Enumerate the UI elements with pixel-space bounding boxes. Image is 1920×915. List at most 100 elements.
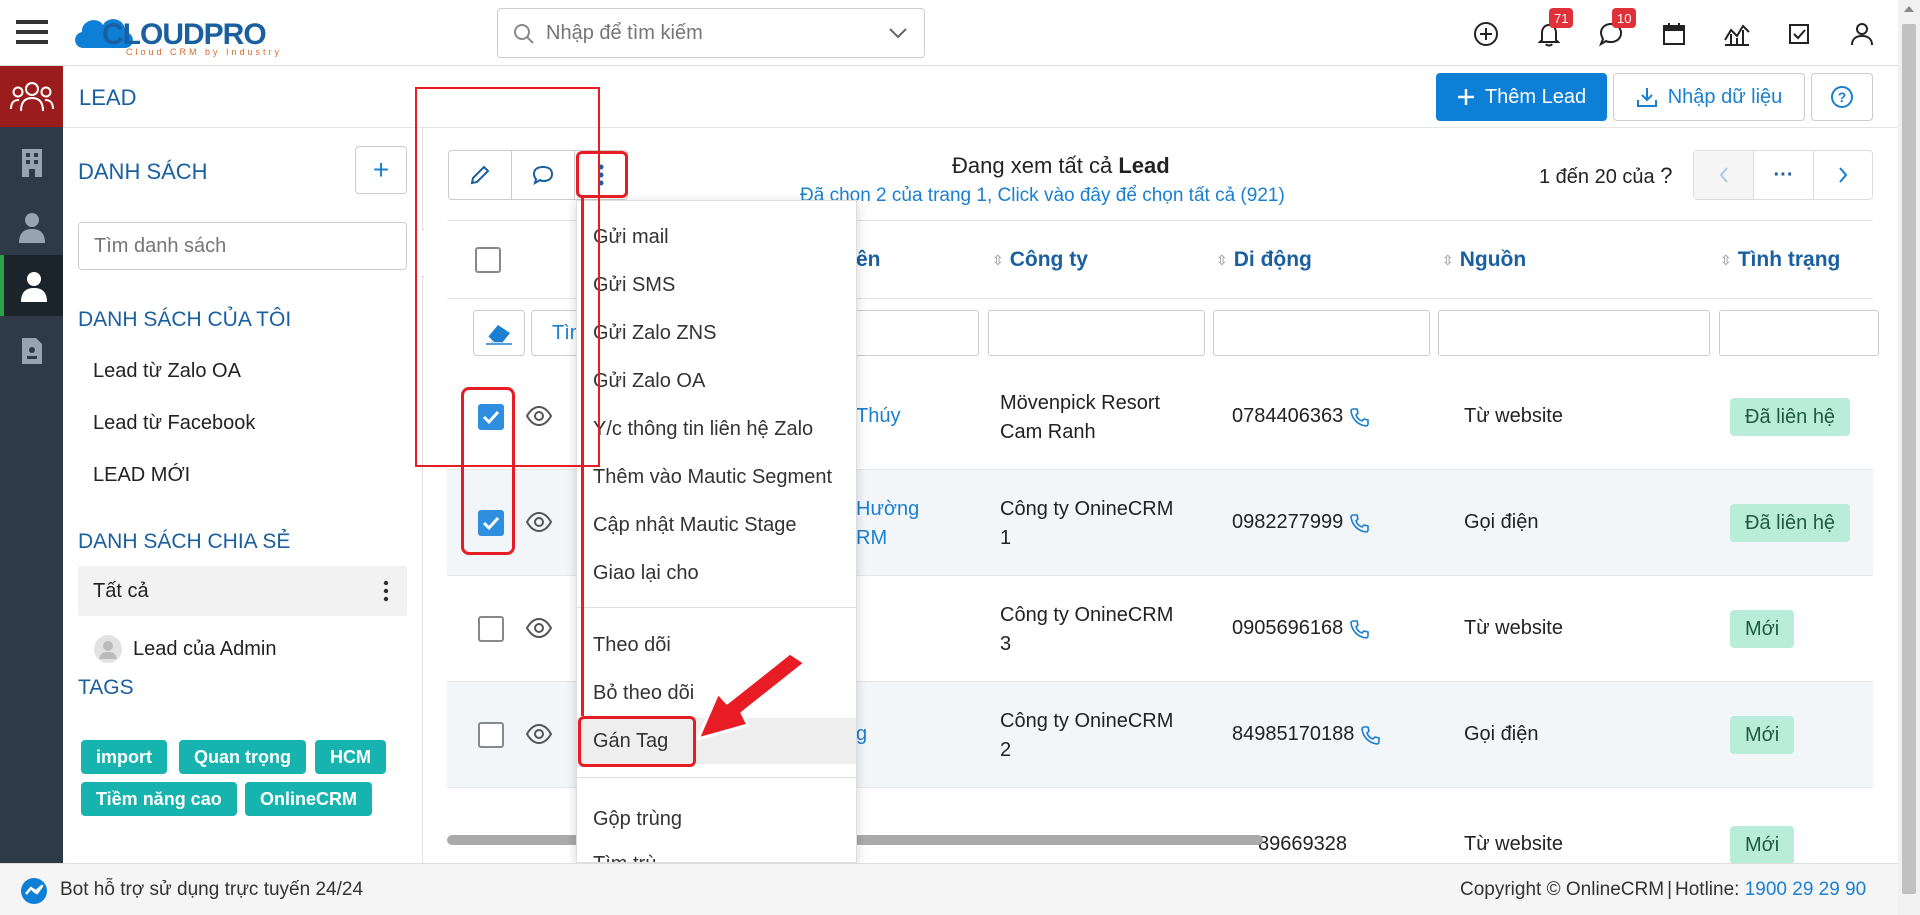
logo[interactable]: CLOUDPRO Cloud CRM by Industry <box>70 8 295 57</box>
column-mobile-header[interactable]: ⇳ Di động <box>1216 248 1312 272</box>
bot-support-text[interactable]: Bot hỗ trợ sử dụng trực tuyến 24/24 <box>60 879 363 901</box>
lead-person-icon <box>20 271 47 302</box>
search-icon <box>514 24 534 44</box>
menu-item-add-mautic-segment[interactable]: Thêm vào Mautic Segment <box>577 454 856 500</box>
column-name-header[interactable]: ên <box>856 248 881 272</box>
menu-item-send-mail[interactable]: Gửi mail <box>577 214 856 260</box>
filter-status-input[interactable] <box>1719 310 1879 356</box>
shared-admin-item[interactable]: Lead của Admin <box>93 633 276 665</box>
rail-item-organizations[interactable] <box>0 132 63 193</box>
global-search[interactable] <box>497 8 925 58</box>
add-circle-icon[interactable] <box>1472 20 1500 48</box>
users-group-icon <box>9 81 54 111</box>
more-pages-button[interactable]: ··· <box>1754 151 1814 199</box>
page-scrollbar[interactable] <box>1898 0 1920 915</box>
rail-item-documents[interactable] <box>0 320 63 381</box>
messenger-icon[interactable] <box>20 877 48 905</box>
lead-name-link[interactable]: Hường RM <box>856 495 919 553</box>
lead-name-link[interactable]: g <box>856 720 867 749</box>
list-sidebar: DANH SÁCH + DANH SÁCH CỦA TÔI Lead từ Za… <box>63 128 423 863</box>
menu-item-reassign[interactable]: Giao lại cho <box>577 550 856 596</box>
calendar-icon[interactable] <box>1660 20 1688 48</box>
filter-name-input[interactable] <box>850 310 979 356</box>
menu-item-send-sms[interactable]: Gửi SMS <box>577 262 856 308</box>
column-source-header[interactable]: ⇳ Nguồn <box>1442 248 1526 272</box>
menu-icon[interactable] <box>14 14 50 50</box>
menu-item-merge-duplicates[interactable]: Gộp trùng <box>577 796 856 842</box>
add-lead-button[interactable]: Thêm Lead <box>1436 73 1607 121</box>
task-check-icon[interactable] <box>1785 20 1813 48</box>
menu-item-send-zalo-oa[interactable]: Gửi Zalo OA <box>577 358 856 404</box>
rail-item-leads-group[interactable] <box>0 66 63 127</box>
footer: Bot hỗ trợ sử dụng trực tuyến 24/24 Copy… <box>0 863 1898 915</box>
lead-name-link[interactable]: Thúy <box>856 402 900 431</box>
eye-icon[interactable] <box>525 512 553 532</box>
scroll-up-arrow[interactable] <box>1904 6 1914 12</box>
add-list-button[interactable]: + <box>355 146 407 194</box>
menu-item-update-mautic-stage[interactable]: Cập nhật Mautic Stage <box>577 502 856 548</box>
annotation-connector <box>581 198 584 716</box>
hotline-link[interactable]: 1900 29 29 90 <box>1745 879 1867 900</box>
filter-source-input[interactable] <box>1438 310 1710 356</box>
phone-icon[interactable] <box>1349 619 1370 639</box>
rail-item-leads[interactable] <box>0 255 63 316</box>
pagination-info: 1 đến 20 của ? <box>1539 163 1673 188</box>
user-account-icon[interactable] <box>1848 20 1876 48</box>
status-badge: Đã liên hệ <box>1730 504 1851 542</box>
row-checkbox[interactable] <box>478 616 504 642</box>
tag-quan-trong[interactable]: Quan trọng <box>179 740 306 774</box>
page-title: LEAD <box>79 85 137 110</box>
rail-item-contacts[interactable] <box>0 196 63 257</box>
row-checkbox[interactable] <box>478 722 504 748</box>
chevron-left-icon <box>1719 167 1728 183</box>
source-cell: Gọi điện <box>1464 723 1539 745</box>
menu-item-request-zalo-contact[interactable]: Y/c thông tin liên hệ Zalo <box>577 406 856 452</box>
menu-divider <box>577 607 856 608</box>
scrollbar-thumb[interactable] <box>1902 24 1916 894</box>
filter-company-input[interactable] <box>988 310 1205 356</box>
source-cell: Từ website <box>1464 405 1563 427</box>
total-count-unknown: ? <box>1660 163 1673 188</box>
tag-import[interactable]: import <box>81 740 167 774</box>
tag-hcm[interactable]: HCM <box>315 740 386 774</box>
mobile-cell: 0784406363 <box>1232 402 1370 431</box>
import-data-button[interactable]: Nhập dữ liệu <box>1613 73 1805 121</box>
tag-onlinecrm[interactable]: OnlineCRM <box>245 782 372 816</box>
kebab-menu-icon[interactable] <box>382 580 390 602</box>
source-cell: Từ website <box>1464 833 1563 855</box>
list-search-input[interactable] <box>78 222 407 270</box>
phone-icon[interactable] <box>1360 725 1381 745</box>
tag-tiem-nang-cao[interactable]: Tiềm năng cao <box>81 782 237 816</box>
column-status-header[interactable]: ⇳ Tình trạng <box>1720 248 1840 272</box>
status-badge: Đã liên hệ <box>1730 398 1851 436</box>
menu-item-find-duplicates[interactable]: Tìm trù <box>577 841 856 863</box>
page-header: LEAD Thêm Lead Nhập dữ liệu ? <box>63 66 1898 128</box>
eye-icon[interactable] <box>525 618 553 638</box>
status-badge: Mới <box>1730 610 1795 648</box>
building-icon <box>21 148 42 177</box>
mobile-cell: 0982277999 <box>1232 508 1370 537</box>
eye-icon[interactable] <box>525 724 553 744</box>
menu-item-send-zalo-zns[interactable]: Gửi Zalo ZNS <box>577 310 856 356</box>
search-input[interactable] <box>546 19 866 47</box>
phone-icon[interactable] <box>1349 407 1370 427</box>
list-item-facebook[interactable]: Lead từ Facebook <box>93 412 255 435</box>
chevron-down-icon[interactable] <box>888 26 908 40</box>
left-rail <box>0 66 63 863</box>
company-cell: Công ty OnineCRM 3 <box>1000 604 1174 655</box>
report-chart-icon[interactable] <box>1722 20 1752 48</box>
prev-page-button[interactable] <box>1694 151 1754 199</box>
list-item-new-lead[interactable]: LEAD MỚI <box>93 464 190 487</box>
copyright-text: Copyright © OnlineCRM | Hotline: 1900 29 2… <box>1460 879 1867 900</box>
shared-all-item[interactable]: Tất cả <box>78 566 407 616</box>
notifications-badge: 71 <box>1549 8 1574 28</box>
filter-mobile-input[interactable] <box>1213 310 1430 356</box>
list-item-zalo[interactable]: Lead từ Zalo OA <box>93 360 241 383</box>
column-company-header[interactable]: ⇳ Công ty <box>992 248 1088 272</box>
help-icon: ? <box>1831 86 1853 108</box>
sort-icon: ⇳ <box>1720 252 1732 268</box>
select-all-link[interactable]: Đã chọn 2 của trang 1, Click vào đây để … <box>800 185 1285 207</box>
help-button[interactable]: ? <box>1811 73 1873 121</box>
next-page-button[interactable] <box>1814 151 1872 199</box>
phone-icon[interactable] <box>1349 513 1370 533</box>
